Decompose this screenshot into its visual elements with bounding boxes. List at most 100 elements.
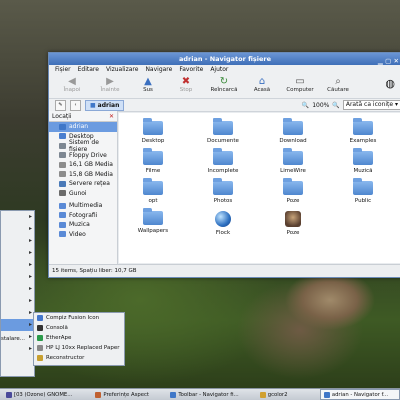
place-icon [59, 171, 66, 178]
folder-icon [283, 148, 303, 165]
menu-category-item[interactable]: ▸ [1, 307, 34, 319]
sidebar-item[interactable]: Floppy Drive [49, 151, 117, 161]
maximize-icon[interactable]: ▢ [385, 57, 391, 65]
folder-icon [213, 178, 233, 195]
submenu-arrow-icon: ▸ [28, 237, 32, 244]
file-item[interactable]: Flock [197, 211, 249, 236]
menu-ajutor[interactable]: Ajutor [210, 65, 228, 74]
view-mode-select[interactable]: Arată ca iconițe ▾ [342, 100, 400, 110]
menu-category-item[interactable]: ▸ [1, 343, 34, 355]
file-manager-window[interactable]: adrian - Navigator fișiere ▁ ▢ ✕ Fișier … [48, 52, 400, 278]
menu-navigare[interactable]: Navigare [145, 65, 172, 74]
sidebar-header[interactable]: Locații ✕ [49, 111, 117, 122]
breadcrumb-left-button[interactable]: ‹ [70, 99, 81, 111]
menu-category-item[interactable]: ▸ [1, 319, 34, 331]
computer-button[interactable]: ▭ Computer [281, 74, 319, 93]
taskbar-button[interactable]: [03 (Ozone) GNOME... [2, 389, 89, 400]
taskbar-button[interactable]: Toolbar - Navigator fi... [166, 389, 253, 400]
file-grid[interactable]: Desktop Documente Download Examples Filme Inc… [119, 113, 400, 263]
sidebar-item[interactable]: 15,8 GB Media [49, 170, 117, 180]
menu-category-item[interactable]: ▸ [1, 211, 34, 223]
stop-icon: ✖ [181, 76, 191, 87]
zoom-out-icon[interactable]: 🔍 [302, 102, 309, 109]
file-item[interactable]: Photos [197, 178, 249, 204]
menu-category-item[interactable]: ▸ [1, 223, 34, 235]
submenu-item[interactable]: Consolă [34, 323, 124, 333]
menu-fisier[interactable]: Fișier [55, 65, 71, 74]
taskbar-button[interactable]: adrian - Navigator f... [319, 389, 400, 400]
menu-category-item[interactable]: ▸ [1, 283, 34, 295]
sidebar-item[interactable]: 16,1 GB Media [49, 160, 117, 170]
file-item[interactable]: Public [337, 178, 389, 204]
application-icon [37, 345, 43, 351]
menu-editare[interactable]: Editare [78, 65, 99, 74]
sidebar-item[interactable]: Sistem de fișiere [49, 139, 117, 153]
submenu-item[interactable]: Compiz Fusion Icon [34, 313, 124, 323]
file-item[interactable]: opt [127, 178, 179, 204]
back-arrow-icon: ◀ [68, 76, 76, 87]
sidebar-item[interactable]: Muzica [49, 220, 117, 230]
stop-button[interactable]: ✖ Stop [167, 74, 205, 93]
file-item[interactable]: Wallpapers [127, 208, 179, 234]
zoom-level[interactable]: 100% [312, 102, 329, 109]
file-item[interactable]: Poze [267, 178, 319, 204]
reload-button[interactable]: ↻ Reîncarcă [205, 74, 243, 93]
menubar: Fișier Editare Vizualizare Navigare Favo… [49, 65, 400, 74]
sidebar-item[interactable]: Video [49, 230, 117, 240]
minimize-icon[interactable]: ▁ [378, 57, 383, 65]
file-item[interactable]: Examples [337, 118, 389, 144]
submenu-item-label: EtherApe [46, 335, 72, 341]
sidebar-item[interactable]: adrian [49, 122, 117, 132]
file-item[interactable]: Poze [267, 211, 319, 236]
file-item[interactable]: Desktop [127, 118, 179, 144]
file-item[interactable]: Incomplete [197, 148, 249, 174]
folder-icon [143, 118, 163, 135]
search-button[interactable]: ⌕ Căutare [319, 74, 357, 93]
menu-install-label[interactable]: stalare... [1, 336, 25, 342]
sidebar: Locații ✕ adrian Desktop Sistem de fișiere… [49, 111, 118, 264]
submenu-item-label: Consolă [46, 325, 68, 331]
submenu-item-label: Reconstructor [46, 355, 85, 361]
sidebar-item[interactable]: Servere rețea [49, 179, 117, 189]
sidebar-item[interactable]: Fotografii [49, 211, 117, 221]
home-button[interactable]: ⌂ Acasă [243, 74, 281, 93]
sidebar-item[interactable]: Gunoi [49, 189, 117, 199]
file-item[interactable]: LimeWire [267, 148, 319, 174]
sidebar-close-icon[interactable]: ✕ [109, 113, 114, 120]
menu-category-item[interactable]: ▸ [1, 295, 34, 307]
toggle-location-button[interactable]: ✎ [55, 99, 66, 111]
taskbar-button[interactable]: Preferințe Aspect [91, 389, 164, 400]
menu-category-item[interactable]: ▸ [1, 271, 34, 283]
submenu-item[interactable]: EtherApe [34, 333, 124, 343]
window-controls[interactable]: ▁ ▢ ✕ [378, 55, 399, 67]
zoom-in-icon[interactable]: 🔍 [332, 102, 339, 109]
submenu-item[interactable]: HP LJ 10xx Replaced Paper [34, 343, 124, 353]
window-titlebar[interactable]: adrian - Navigator fișiere ▁ ▢ ✕ [49, 53, 400, 65]
back-button[interactable]: ◀ Înapoi [53, 74, 91, 93]
file-item-label: Incomplete [207, 168, 239, 174]
file-item[interactable]: Documente [197, 118, 249, 144]
breadcrumb-adrian[interactable]: ■ adrian [85, 99, 125, 111]
file-item-label: Examples [349, 138, 377, 144]
sidebar-item[interactable]: Multimedia [49, 201, 117, 211]
menu-vizualizare[interactable]: Vizualizare [106, 65, 138, 74]
file-item[interactable]: Filme [127, 148, 179, 174]
close-icon[interactable]: ✕ [394, 57, 399, 65]
menu-category-item[interactable]: ▸ [1, 259, 34, 271]
applications-menu[interactable]: ▸ ▸ ▸ ▸ ▸ ▸ ▸ ▸ ▸ ▸ ▸ ▸ stalare... [0, 210, 35, 377]
file-item-label: Documente [207, 138, 239, 144]
place-icon [59, 231, 66, 238]
menu-category-item[interactable]: ▸ [1, 235, 34, 247]
submenu-arrow-icon: ▸ [28, 261, 32, 268]
forward-button[interactable]: ▶ Înainte [91, 74, 129, 93]
folder-icon [353, 118, 373, 135]
applications-submenu[interactable]: Compiz Fusion Icon Consolă EtherApe HP LJ 1… [33, 312, 125, 366]
submenu-item[interactable]: Reconstructor [34, 353, 124, 363]
file-item[interactable]: Download [267, 118, 319, 144]
menu-favorite[interactable]: Favorite [179, 65, 203, 74]
file-item[interactable]: Muzică [337, 148, 389, 174]
up-button[interactable]: ▲ Sus [129, 74, 167, 93]
menu-category-item[interactable]: ▸ [1, 247, 34, 259]
folder-icon [143, 208, 163, 225]
taskbar-button[interactable]: gcolor2 [256, 389, 318, 400]
